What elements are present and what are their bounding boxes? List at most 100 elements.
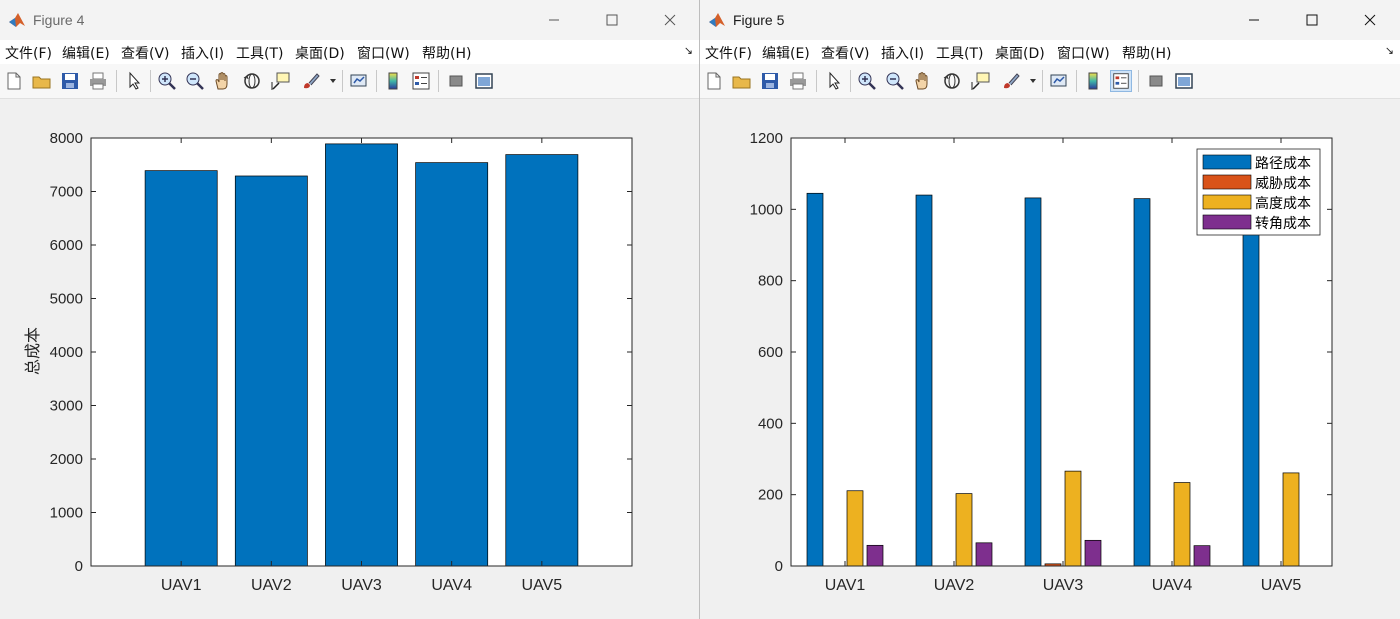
new-figure-icon[interactable]	[703, 70, 725, 92]
menu-help[interactable]: 帮助(H)	[1122, 43, 1171, 63]
matlab-logo-icon	[9, 13, 25, 27]
menu-view[interactable]: 查看(V)	[121, 43, 170, 63]
rotate-3d-icon[interactable]	[241, 70, 263, 92]
x-tick-label: UAV3	[341, 577, 382, 594]
toolbar-separator	[116, 70, 117, 92]
hide-plot-tools-icon[interactable]	[445, 70, 467, 92]
minimize-button[interactable]	[532, 6, 576, 34]
data-cursor-icon[interactable]	[970, 70, 992, 92]
menu-desktop[interactable]: 桌面(D)	[295, 43, 345, 63]
pointer-icon[interactable]	[123, 70, 145, 92]
dock-arrow-icon[interactable]: ↘	[684, 44, 693, 57]
menu-edit[interactable]: 编辑(E)	[62, 43, 110, 63]
bar-uav1	[144, 170, 218, 567]
colorbar-icon[interactable]	[382, 70, 404, 92]
pointer-icon[interactable]	[823, 70, 845, 92]
minimize-button[interactable]	[1232, 6, 1276, 34]
figure4-titlebar[interactable]: Figure 4	[0, 0, 699, 40]
open-file-icon[interactable]	[31, 70, 53, 92]
y-tick-label: 1200	[750, 130, 783, 147]
y-tick-label: 600	[758, 344, 783, 361]
menu-help[interactable]: 帮助(H)	[422, 43, 471, 63]
toolbar-separator	[376, 70, 377, 92]
brush-dropdown-icon[interactable]	[328, 77, 338, 85]
hide-plot-tools-icon[interactable]	[1145, 70, 1167, 92]
figure4-bar-chart[interactable]: 0 1000 2000 3000 4000 5000 6000 7000 8000 UAV1 UAV…	[0, 99, 700, 619]
menubar: 文件(F) 编辑(E) 查看(V) 插入(I) 工具(T) 桌面(D) 窗口(W…	[0, 40, 699, 64]
y-tick-label: 8000	[50, 130, 83, 147]
show-plot-tools-icon[interactable]	[1173, 70, 1195, 92]
bar-uav5-series-3	[1282, 472, 1300, 567]
menu-desktop[interactable]: 桌面(D)	[995, 43, 1045, 63]
bar-uav2-series-1	[915, 194, 933, 567]
brush-icon[interactable]	[1000, 70, 1022, 92]
y-tick-label: 6000	[50, 237, 83, 254]
minimize-icon	[549, 19, 559, 21]
figure5-window: Figure 5 文件(F) 编辑(E) 查看(V) 插入(I) 工具(T) 桌…	[700, 0, 1400, 619]
figure5-titlebar[interactable]: Figure 5	[700, 0, 1400, 40]
legend-label: 转角成本	[1255, 216, 1311, 232]
pan-hand-icon[interactable]	[212, 70, 234, 92]
menubar: 文件(F) 编辑(E) 查看(V) 插入(I) 工具(T) 桌面(D) 窗口(W…	[700, 40, 1400, 64]
x-tick-label: UAV4	[431, 577, 472, 594]
menu-window[interactable]: 窗口(W)	[1057, 43, 1110, 63]
figure-toolbar	[0, 64, 699, 99]
toolbar-separator	[438, 70, 439, 92]
zoom-out-icon[interactable]	[884, 70, 906, 92]
toolbar-separator	[850, 70, 851, 92]
pan-hand-icon[interactable]	[912, 70, 934, 92]
maximize-button[interactable]	[1290, 6, 1334, 34]
legend-swatch	[1202, 174, 1252, 190]
bar-uav1-series-1	[806, 192, 824, 567]
y-tick-label: 3000	[50, 398, 83, 415]
bar-uav3-series-3	[1064, 470, 1082, 567]
bar-uav4-series-1	[1133, 198, 1151, 567]
bar-uav1-series-3	[846, 490, 864, 567]
brush-dropdown-icon[interactable]	[1028, 77, 1038, 85]
toolbar-separator	[816, 70, 817, 92]
menu-file[interactable]: 文件(F)	[5, 43, 52, 63]
rotate-3d-icon[interactable]	[941, 70, 963, 92]
bar-uav3	[325, 143, 398, 567]
menu-file[interactable]: 文件(F)	[705, 43, 752, 63]
menu-tools[interactable]: 工具(T)	[236, 43, 283, 63]
data-cursor-icon[interactable]	[270, 70, 292, 92]
maximize-button[interactable]	[590, 6, 634, 34]
y-tick-label: 0	[775, 558, 783, 575]
show-plot-tools-icon[interactable]	[473, 70, 495, 92]
legend-icon[interactable]	[1110, 70, 1132, 92]
menu-tools[interactable]: 工具(T)	[936, 43, 983, 63]
link-plot-icon[interactable]	[1048, 70, 1070, 92]
zoom-in-icon[interactable]	[856, 70, 878, 92]
zoom-in-icon[interactable]	[156, 70, 178, 92]
menu-insert[interactable]: 插入(I)	[881, 43, 924, 63]
x-tick-label: UAV2	[251, 577, 292, 594]
menu-insert[interactable]: 插入(I)	[181, 43, 224, 63]
menu-view[interactable]: 查看(V)	[821, 43, 870, 63]
legend-icon[interactable]	[410, 70, 432, 92]
x-tick-label: UAV1	[161, 577, 202, 594]
open-file-icon[interactable]	[731, 70, 753, 92]
colorbar-icon[interactable]	[1082, 70, 1104, 92]
y-tick-label: 800	[758, 273, 783, 290]
close-button[interactable]	[648, 6, 692, 34]
bar-uav3-series-4	[1084, 539, 1102, 567]
menu-window[interactable]: 窗口(W)	[357, 43, 410, 63]
print-icon[interactable]	[787, 70, 809, 92]
dock-arrow-icon[interactable]: ↘	[1385, 44, 1394, 57]
save-icon[interactable]	[59, 70, 81, 92]
new-figure-icon[interactable]	[3, 70, 25, 92]
zoom-out-icon[interactable]	[184, 70, 206, 92]
y-tick-label: 7000	[50, 184, 83, 201]
save-icon[interactable]	[759, 70, 781, 92]
minimize-icon	[1249, 19, 1259, 21]
y-tick-label: 2000	[50, 451, 83, 468]
figure5-grouped-bar-chart[interactable]: 0 200 400 600 800 1000 1200 UAV1 UAV2 UAV3 UAV4 UAV…	[700, 99, 1400, 619]
close-button[interactable]	[1348, 6, 1392, 34]
print-icon[interactable]	[87, 70, 109, 92]
brush-icon[interactable]	[300, 70, 322, 92]
menu-edit[interactable]: 编辑(E)	[762, 43, 810, 63]
x-tick-label: UAV1	[825, 577, 866, 594]
link-plot-icon[interactable]	[348, 70, 370, 92]
bar-uav2-series-4	[975, 542, 993, 567]
